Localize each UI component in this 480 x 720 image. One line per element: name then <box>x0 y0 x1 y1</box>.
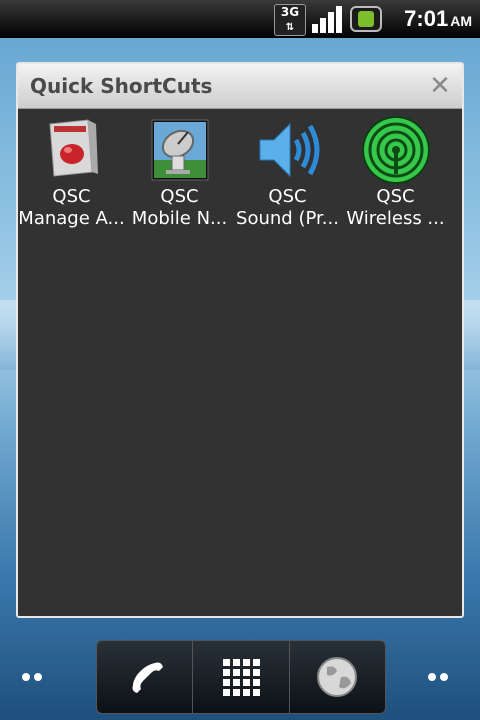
close-button[interactable]: ✕ <box>426 72 454 100</box>
clock-time: 7:01 <box>404 6 449 31</box>
browser-button[interactable] <box>290 641 385 713</box>
shortcut-manage-apps[interactable]: QSC Manage A... <box>18 114 125 230</box>
shortcut-label-line1: QSC <box>160 186 199 207</box>
phone-button[interactable] <box>97 641 194 713</box>
phone-icon <box>132 662 163 693</box>
network-3g-icon: 3G ⇅ <box>274 4 306 36</box>
shortcut-sound[interactable]: QSC Sound (Pr... <box>234 114 341 230</box>
shortcut-grid: QSC Manage A... QSC Mobile N... QSC Soun… <box>18 114 462 230</box>
wireless-icon <box>360 114 432 186</box>
shortcut-label-line2: Manage A... <box>18 208 125 229</box>
close-icon: ✕ <box>429 71 451 101</box>
dialog-header: Quick ShortCuts ✕ <box>18 64 462 109</box>
shortcut-label-line2: Wireless ... <box>346 208 445 229</box>
shortcut-label-line2: Sound (Pr... <box>236 208 339 229</box>
network-type-label: 3G <box>280 5 300 19</box>
clock: 7:01 AM <box>404 6 472 32</box>
shortcut-label-line1: QSC <box>268 186 307 207</box>
shortcut-label-line2: Mobile N... <box>131 208 228 229</box>
manage-apps-icon <box>36 114 108 186</box>
app-drawer-button[interactable] <box>193 641 290 713</box>
clock-ampm: AM <box>450 13 472 29</box>
launcher-dock <box>96 640 386 714</box>
shortcut-label-line1: QSC <box>376 186 415 207</box>
speaker-icon <box>252 114 324 186</box>
browser-globe-icon <box>317 657 358 697</box>
signal-strength-icon <box>312 6 342 33</box>
page-indicator-right[interactable] <box>428 666 458 682</box>
battery-charge-indicator <box>358 11 374 27</box>
dialog-title: Quick ShortCuts <box>30 74 213 98</box>
app-drawer-icon <box>222 659 260 696</box>
quick-shortcuts-dialog: Quick ShortCuts ✕ QSC Manage A... QSC Mo… <box>16 62 464 618</box>
battery-icon <box>350 6 382 32</box>
shortcut-label-line1: QSC <box>52 186 91 207</box>
satellite-dish-icon <box>144 114 216 186</box>
shortcut-mobile-network[interactable]: QSC Mobile N... <box>126 114 233 230</box>
shortcut-wireless[interactable]: QSC Wireless ... <box>342 114 449 230</box>
page-indicator-left[interactable] <box>22 666 52 682</box>
status-bar: 3G ⇅ 7:01 AM <box>0 0 480 38</box>
